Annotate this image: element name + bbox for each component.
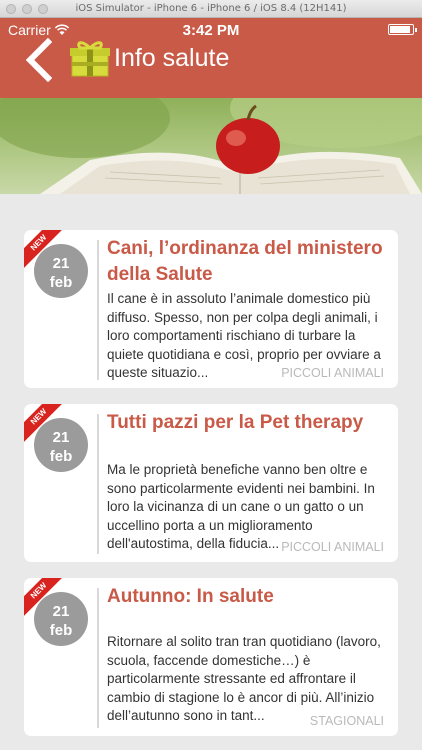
window-controls xyxy=(6,4,48,14)
article-title[interactable]: Cani, l’ordinanza del ministero della Sa… xyxy=(107,236,388,288)
article-title[interactable]: Autunno: In salute xyxy=(107,584,388,610)
date-badge: 21 feb xyxy=(34,592,88,646)
back-chevron-icon[interactable] xyxy=(20,38,60,82)
card-divider xyxy=(97,414,99,554)
date-badge: 21 feb xyxy=(34,418,88,472)
page-title: Info salute xyxy=(114,44,230,72)
battery-icon xyxy=(388,24,417,35)
simulator-title: iOS Simulator - iPhone 6 - iPhone 6 / iO… xyxy=(75,3,347,14)
article-card[interactable]: NEW 21 feb Autunno: In salute Ritornare … xyxy=(24,578,398,736)
gift-icon xyxy=(70,41,110,77)
minimize-window-button[interactable] xyxy=(22,4,32,14)
hero-banner-image xyxy=(0,98,422,194)
article-category: PICCOLI ANIMALI xyxy=(281,366,384,380)
close-window-button[interactable] xyxy=(6,4,16,14)
date-month: feb xyxy=(49,622,73,639)
article-card[interactable]: NEW 21 feb Cani, l’ordinanza del ministe… xyxy=(24,230,398,388)
status-time: 3:42 PM xyxy=(182,22,240,39)
date-month: feb xyxy=(49,274,73,291)
article-card[interactable]: NEW 21 feb Tutti pazzi per la Pet therap… xyxy=(24,404,398,562)
article-list: NEW 21 feb Cani, l’ordinanza del ministe… xyxy=(0,194,422,750)
article-category: STAGIONALI xyxy=(309,714,384,728)
zoom-window-button[interactable] xyxy=(38,4,48,14)
date-day: 21 xyxy=(52,603,70,620)
article-title[interactable]: Tutti pazzi per la Pet therapy xyxy=(107,410,388,436)
date-day: 21 xyxy=(52,255,70,272)
simulator-title-bar: iOS Simulator - iPhone 6 - iPhone 6 / iO… xyxy=(0,0,422,18)
date-month: feb xyxy=(49,448,73,465)
card-divider xyxy=(97,240,99,380)
card-divider xyxy=(97,588,99,728)
nav-header: Carrier 3:42 PM Info salute xyxy=(0,18,422,98)
article-category: PICCOLI ANIMALI xyxy=(281,540,384,554)
status-bar: Carrier 3:42 PM xyxy=(0,18,422,40)
date-badge: 21 feb xyxy=(34,244,88,298)
date-day: 21 xyxy=(52,429,70,446)
article-excerpt: Ritornare al solito tran tran quotidiano… xyxy=(107,634,381,723)
